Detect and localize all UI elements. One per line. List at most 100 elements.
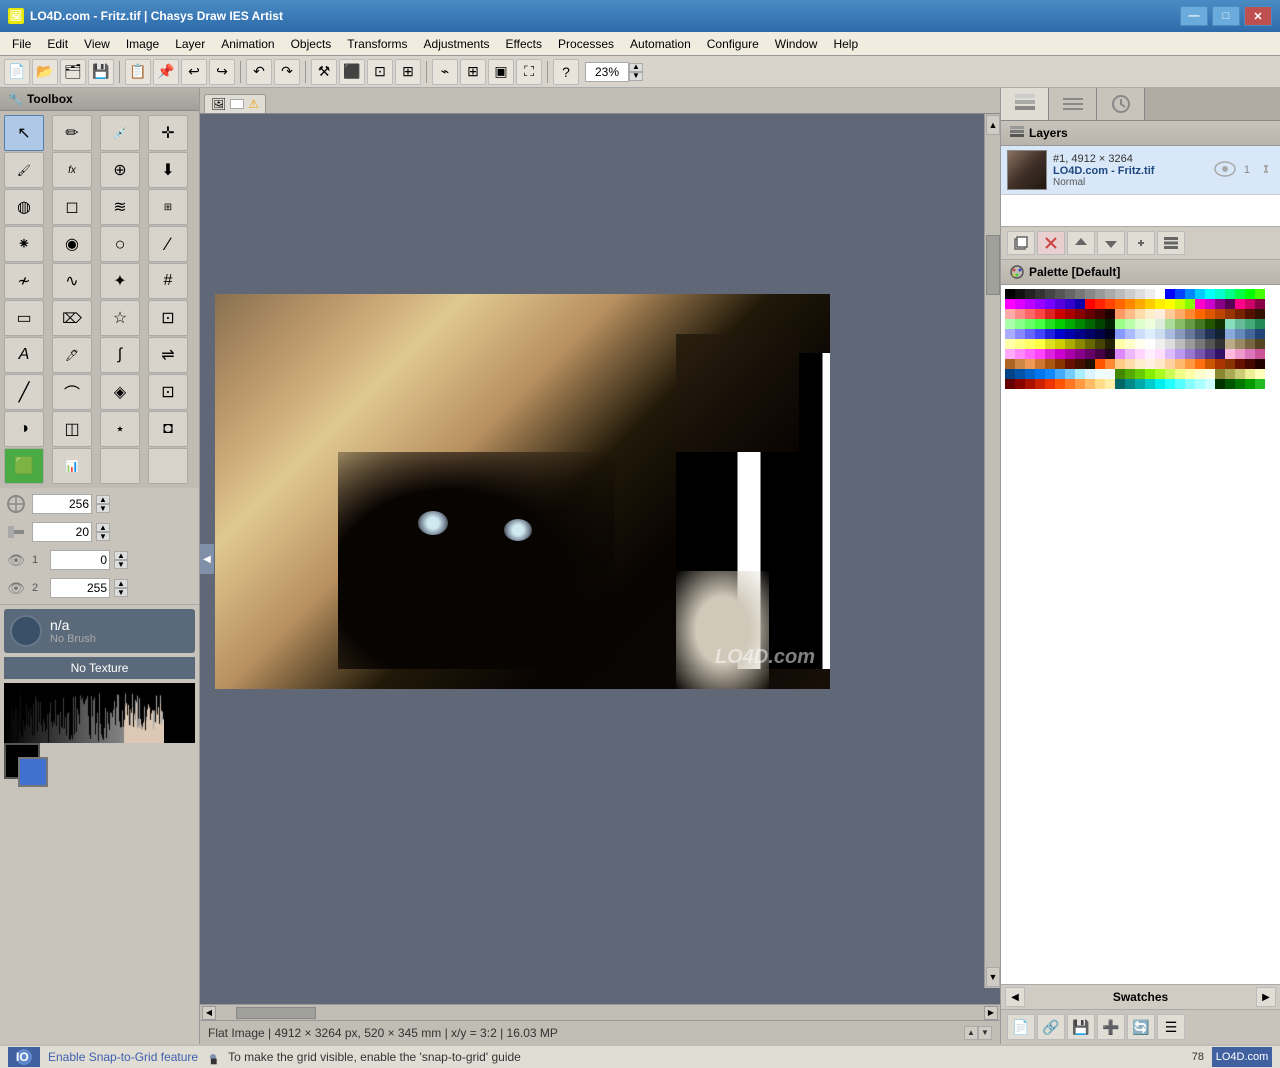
color-swatch[interactable] [1225,339,1235,349]
tool-star[interactable]: ✦ [100,263,140,299]
prop-input2[interactable]: 20 [32,522,92,542]
color-swatch[interactable] [1015,379,1025,389]
palette-open-btn[interactable]: 🔗 [1037,1014,1065,1040]
color-swatch[interactable] [1145,349,1155,359]
color-swatch[interactable] [1255,329,1265,339]
color-swatch[interactable] [1205,329,1215,339]
color-swatch[interactable] [1045,309,1055,319]
toolbar-open[interactable]: 📂 [32,59,58,85]
color-swatch[interactable] [1165,329,1175,339]
color-swatch[interactable] [1125,329,1135,339]
color-swatch[interactable] [1195,289,1205,299]
color-swatch[interactable] [1095,349,1105,359]
color-swatch[interactable] [1185,309,1195,319]
color-swatch[interactable] [1015,339,1025,349]
color-swatch[interactable] [1245,379,1255,389]
toolbar-fullscreen[interactable]: ⛶ [516,59,542,85]
tool-zoom-select[interactable]: ⊡ [148,300,188,336]
color-swatch[interactable] [1045,379,1055,389]
color-swatch[interactable] [1085,319,1095,329]
color-swatch[interactable] [1235,309,1245,319]
color-swatch[interactable] [1245,299,1255,309]
tool-distort[interactable]: ⋆ [100,411,140,447]
tab-list-icon[interactable] [1049,88,1097,120]
menu-transforms[interactable]: Transforms [339,35,415,53]
color-swatch[interactable] [1175,329,1185,339]
menu-animation[interactable]: Animation [213,35,282,53]
tool-pattern[interactable]: ⊞ [148,189,188,225]
prop-spinner2[interactable]: ▲ ▼ [96,523,110,541]
color-swatch[interactable] [1175,299,1185,309]
toolbar-colors[interactable]: ⬛ [339,59,365,85]
color-swatch[interactable] [1085,359,1095,369]
tool-brush[interactable]: 🖌 [4,152,44,188]
color-swatch[interactable] [1065,289,1075,299]
color-swatch[interactable] [1155,379,1165,389]
tool-select-rect[interactable]: ▭ [4,300,44,336]
prop-up1[interactable]: ▲ [96,495,110,504]
color-swatch[interactable] [1115,359,1125,369]
prop-down4[interactable]: ▼ [114,588,128,597]
color-swatch[interactable] [1165,349,1175,359]
color-swatch[interactable] [1085,309,1095,319]
color-swatch[interactable] [1245,319,1255,329]
color-swatch[interactable] [1025,289,1035,299]
zoom-spinner[interactable]: ▲ ▼ [629,63,643,81]
color-swatch[interactable] [1095,329,1105,339]
menu-view[interactable]: View [76,35,118,53]
color-swatch[interactable] [1115,339,1125,349]
color-swatch[interactable] [1255,349,1265,359]
menu-layer[interactable]: Layer [167,35,213,53]
color-swatch[interactable] [1215,329,1225,339]
color-swatch[interactable] [1135,369,1145,379]
tool-fx[interactable]: fx [52,152,92,188]
tool-eyedropper[interactable]: 💉 [100,115,140,151]
color-swatch[interactable] [1055,289,1065,299]
color-swatch[interactable] [1215,379,1225,389]
color-swatch[interactable] [1155,359,1165,369]
tool-cut[interactable]: ◘ [148,411,188,447]
toolbar-undo[interactable]: ↩ [181,59,207,85]
color-swatch[interactable] [1025,329,1035,339]
layer-delete-btn[interactable] [1037,231,1065,255]
color-swatch[interactable] [1235,339,1245,349]
color-swatch[interactable] [1245,339,1255,349]
color-swatch[interactable] [1045,289,1055,299]
color-swatch[interactable] [1205,369,1215,379]
color-swatch[interactable] [1115,349,1125,359]
status-scroll-up[interactable]: ▲ [964,1026,978,1040]
color-swatch[interactable] [1065,299,1075,309]
color-swatch[interactable] [1235,369,1245,379]
color-swatch[interactable] [1035,349,1045,359]
color-swatch[interactable] [1215,309,1225,319]
color-swatch[interactable] [1185,369,1195,379]
color-swatch[interactable] [1185,299,1195,309]
color-swatch[interactable] [1045,369,1055,379]
color-swatch[interactable] [1215,289,1225,299]
color-swatch[interactable] [1255,369,1265,379]
color-swatch[interactable] [1195,309,1205,319]
color-swatch[interactable] [1035,299,1045,309]
color-swatch[interactable] [1225,349,1235,359]
color-swatch[interactable] [1135,359,1145,369]
color-swatch[interactable] [1255,289,1265,299]
color-swatch[interactable] [1245,329,1255,339]
color-swatch[interactable] [1095,379,1105,389]
color-swatch[interactable] [1135,289,1145,299]
menu-objects[interactable]: Objects [283,35,340,53]
color-swatch[interactable] [1035,289,1045,299]
color-swatch[interactable] [1035,339,1045,349]
color-swatch[interactable] [1195,319,1205,329]
color-swatch[interactable] [1075,359,1085,369]
scroll-right-btn[interactable]: ▶ [984,1006,998,1020]
color-swatch[interactable] [1195,359,1205,369]
color-swatch[interactable] [1165,319,1175,329]
color-swatch[interactable] [1185,379,1195,389]
color-swatch[interactable] [1075,319,1085,329]
color-swatch[interactable] [1155,319,1165,329]
scrollbar-thumb-v[interactable] [986,235,1000,295]
prop-down3[interactable]: ▼ [114,560,128,569]
color-swatch[interactable] [1095,289,1105,299]
color-swatch[interactable] [1025,339,1035,349]
palette-menu-btn[interactable]: ☰ [1157,1014,1185,1040]
